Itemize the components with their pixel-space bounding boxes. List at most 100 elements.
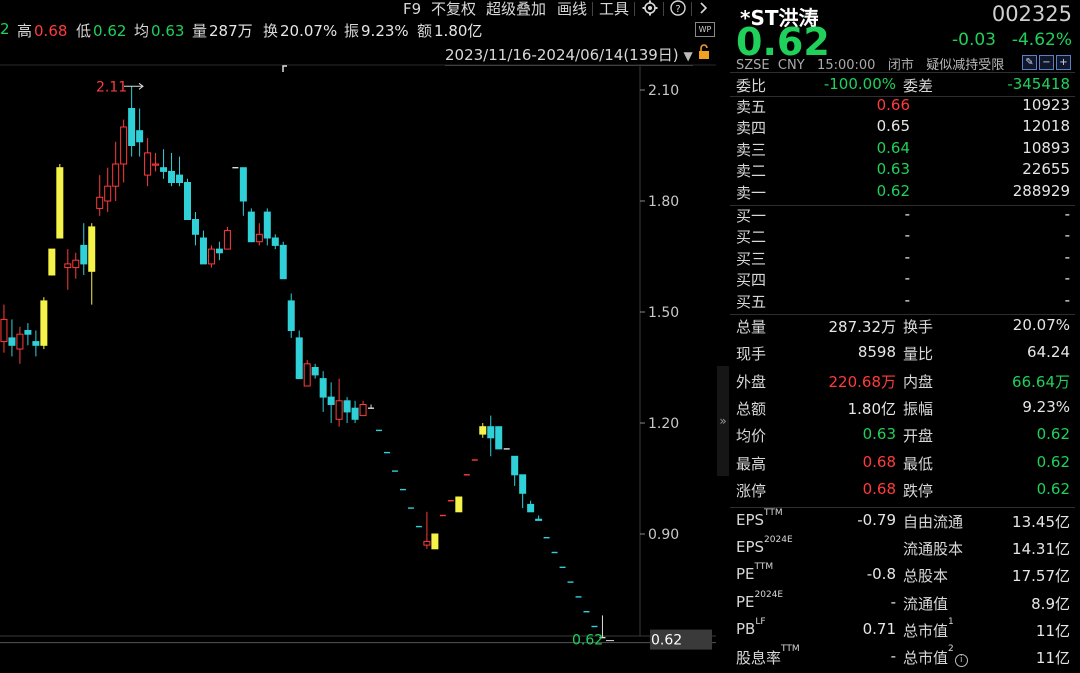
bid-level-row[interactable]: 买一 - - xyxy=(736,205,1070,226)
label-superscript: TTM xyxy=(781,644,800,654)
candle-body xyxy=(287,300,295,331)
candle-body xyxy=(431,533,439,550)
draw-line-button[interactable]: 画线 xyxy=(553,0,591,18)
level-label: 卖一 xyxy=(736,183,767,202)
day-stat-item: 换 20.07% xyxy=(263,20,339,41)
ask-level-row[interactable]: 卖三 0.64 10893 xyxy=(736,139,1070,160)
help-icon[interactable]: ? xyxy=(666,0,690,18)
candle-body xyxy=(247,211,255,243)
candle-body xyxy=(303,363,311,387)
bid-level-row[interactable]: 买二 - - xyxy=(736,226,1070,247)
bid-level-row[interactable]: 买五 - - xyxy=(736,291,1070,312)
level-volume: 288929 xyxy=(1012,181,1070,200)
candle-body xyxy=(511,455,519,476)
day-stat-label: 额 xyxy=(417,22,433,40)
level-price: 0.62 xyxy=(876,181,910,200)
level-price: - xyxy=(904,226,910,245)
valuation-label: 流通值 xyxy=(903,594,949,613)
price-change: -0.03 xyxy=(952,30,996,50)
candle-body xyxy=(223,230,231,250)
overlay-button[interactable]: 超级叠加 xyxy=(482,0,550,18)
candle-body xyxy=(40,300,48,346)
bid-level-row[interactable]: 买四 - - xyxy=(736,269,1070,290)
date-range-selector[interactable]: 2023/11/16-2024/06/14(139日) ▼ xyxy=(445,44,693,66)
candle-body xyxy=(479,426,487,435)
plus-icon[interactable]: + xyxy=(1056,55,1071,70)
candle-body xyxy=(72,259,80,269)
label-superscript: 2024E xyxy=(754,589,784,600)
candle-body xyxy=(535,518,543,521)
candle-body xyxy=(96,196,104,209)
valuation-label: PETTM xyxy=(736,562,774,584)
day-stat-label: 均 xyxy=(134,22,150,40)
candle-body xyxy=(32,341,40,346)
info-icon[interactable]: i xyxy=(954,654,968,667)
level-volume: - xyxy=(1064,290,1070,309)
minus-icon[interactable]: − xyxy=(1039,55,1054,70)
date-range-text: 2023/11/16-2024/06/14(139日) xyxy=(445,46,679,64)
reduction-tag[interactable]: 疑似减持受限 xyxy=(926,58,1004,73)
candle-body xyxy=(527,503,535,513)
ask-level-row[interactable]: 卖五 0.66 10923 xyxy=(736,96,1070,117)
candle-body xyxy=(295,337,303,380)
quote-time: 15:00:00 xyxy=(817,58,876,73)
stat-value: 0.63 xyxy=(862,425,896,444)
level-label: 买二 xyxy=(736,228,767,247)
divider xyxy=(691,2,692,16)
ask-level-row[interactable]: 卖四 0.65 12018 xyxy=(736,117,1070,138)
f9-button[interactable]: F9 xyxy=(399,0,425,18)
bid-level-row[interactable]: 买三 - - xyxy=(736,248,1070,269)
stat-row: 现手 8598 量比 64.24 xyxy=(736,343,1070,364)
wp-icon[interactable]: WP xyxy=(695,22,715,37)
candle-body xyxy=(215,248,223,254)
svg-text:?: ? xyxy=(675,4,680,15)
day-stat-value: 0.68 xyxy=(34,22,68,40)
y-tick-label: 2.10 xyxy=(648,83,679,99)
no-adjust-button[interactable]: 不复权 xyxy=(427,0,480,18)
chevron-right-icon[interactable] xyxy=(694,0,714,18)
level-label: 卖五 xyxy=(736,98,767,116)
edit-icon[interactable]: ✎ xyxy=(1022,55,1037,70)
candle-body xyxy=(271,237,279,246)
candle-body xyxy=(359,404,367,417)
tools-button[interactable]: 工具 xyxy=(595,0,633,18)
stat-label: 涨停 xyxy=(736,481,767,500)
lock-icon[interactable] xyxy=(697,44,711,64)
stat-label: 现手 xyxy=(736,345,767,364)
candle-body xyxy=(120,126,128,165)
gear-icon[interactable] xyxy=(638,0,662,18)
valuation-row: PE2024E - 流通值 8.9亿 xyxy=(736,589,1070,614)
valuation-value: 0.71 xyxy=(862,619,896,638)
day-stat-label: 量 xyxy=(192,22,208,40)
kline-chart[interactable]: 2.10 1.80 1.50 1.20 0.90 2.11 0.62 0.62 xyxy=(0,64,716,673)
candle-body xyxy=(319,378,327,398)
ask-level-row[interactable]: 卖二 0.63 22655 xyxy=(736,160,1070,181)
y-tick-label: 1.20 xyxy=(648,416,679,432)
ask-level-row[interactable]: 卖一 0.62 288929 xyxy=(736,182,1070,203)
weicha-label: 委差 xyxy=(903,77,934,95)
stat-label: 换手 xyxy=(903,318,934,336)
level-price: - xyxy=(904,247,910,266)
candle-body xyxy=(24,330,32,335)
stat-label: 振幅 xyxy=(903,399,934,418)
candle-body xyxy=(152,163,160,166)
candle-body xyxy=(351,407,359,420)
candle-body xyxy=(112,163,120,187)
day-stat-value: 0.63 xyxy=(151,22,185,40)
currency: CNY xyxy=(777,58,805,73)
y-tick-label: 1.50 xyxy=(648,305,679,321)
day-stat-item: 均 0.63 xyxy=(134,20,186,41)
stat-value: 1.80亿 xyxy=(847,399,896,418)
stat-value: 0.62 xyxy=(1036,425,1070,444)
valuation-value: - xyxy=(890,592,896,611)
stat-row: 总额 1.80亿 振幅 9.23% xyxy=(736,398,1070,419)
stat-label: 总额 xyxy=(736,399,767,418)
valuation-value: - xyxy=(890,647,896,665)
valuation-row: PETTM -0.8 总股本 17.57亿 xyxy=(736,562,1070,586)
valuation-row: 股息率TTM - 总市值2i 11亿 xyxy=(736,644,1070,668)
level-label: 卖四 xyxy=(736,119,767,138)
candle-body xyxy=(48,248,56,276)
candle-body xyxy=(327,396,335,406)
collapse-panel-button[interactable]: » xyxy=(717,366,729,476)
candle-body xyxy=(64,263,72,269)
